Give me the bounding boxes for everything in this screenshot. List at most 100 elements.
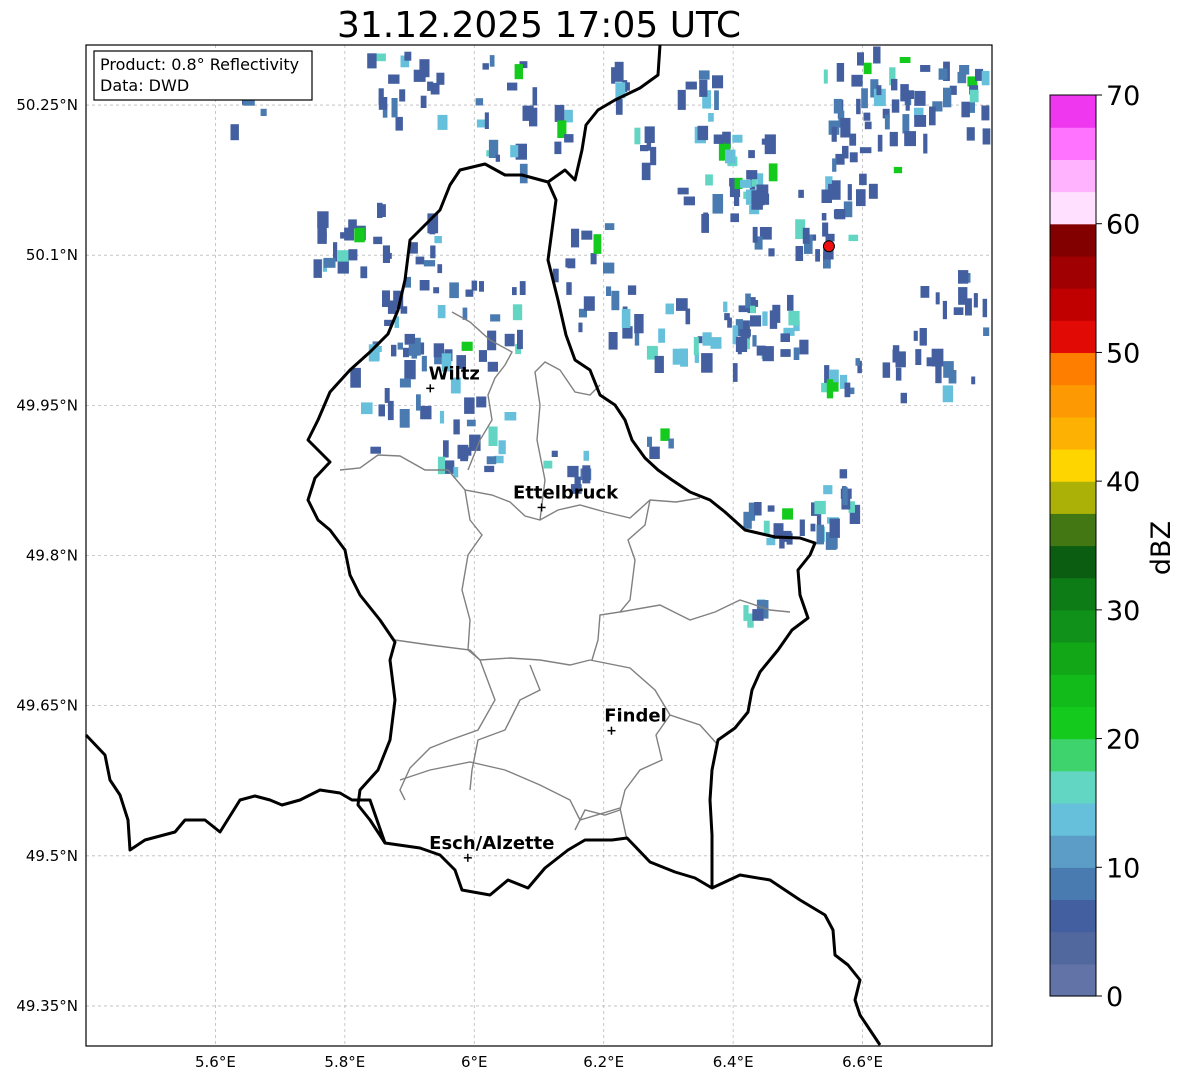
echo-cell (606, 286, 612, 296)
echo-cell (408, 343, 418, 356)
echo-cell (764, 134, 776, 155)
district-border (589, 659, 719, 746)
echo-cell (510, 145, 519, 158)
echo-cell (487, 361, 498, 372)
lon-tick-label: 6.6°E (842, 1053, 883, 1071)
echo-cell (384, 388, 390, 403)
echo-cell (634, 127, 641, 145)
echo-cell (564, 134, 574, 143)
echo-cell (554, 104, 565, 122)
echo-cell (391, 344, 397, 357)
echo-cell (859, 147, 872, 154)
echo-cell (350, 367, 361, 388)
echo-cell (419, 280, 430, 291)
echo-cell (971, 376, 976, 385)
echo-cell (583, 296, 595, 311)
echo-cell (634, 332, 640, 346)
lat-tick-label: 49.65°N (16, 697, 78, 715)
echo-cell (712, 194, 724, 214)
echo-cell (876, 85, 882, 96)
echo-cell (859, 173, 867, 186)
echo-cell (427, 81, 434, 91)
echo-cell (735, 336, 748, 352)
echo-cell (614, 61, 624, 82)
echo-cell (532, 87, 538, 106)
echo-cell (565, 258, 570, 268)
echo-cell (590, 253, 597, 265)
lon-tick-label: 6.2°E (583, 1053, 624, 1071)
echo-cell (698, 70, 710, 80)
echo-cell (847, 184, 852, 201)
echo-cell (489, 55, 495, 67)
echo-cell (437, 456, 446, 475)
echo-cell (621, 308, 631, 328)
lat-tick-label: 49.35°N (16, 997, 78, 1015)
echo-cell (685, 81, 697, 90)
echo-cell (851, 74, 863, 87)
echo-cell (857, 52, 864, 66)
colorbar-bin (1050, 931, 1096, 965)
echo-cell (660, 428, 670, 441)
echo-cell (815, 249, 820, 262)
echo-cell (683, 196, 695, 206)
echo-cell (693, 337, 699, 356)
echo-cell (464, 397, 475, 414)
colorbar-bin (1050, 770, 1096, 804)
echo-cell (863, 62, 872, 75)
echo-cell (913, 330, 918, 341)
echo-cell (370, 446, 381, 454)
echo-cell (378, 404, 385, 417)
colorbar-bin (1050, 642, 1096, 675)
echo-cell (832, 158, 837, 172)
echo-cell (877, 134, 883, 152)
echo-cell (475, 98, 484, 106)
echo-cell (831, 180, 841, 200)
echo-cell (582, 465, 591, 484)
lat-tick-label: 49.95°N (16, 396, 78, 414)
echo-cell (780, 333, 790, 342)
echo-cell (787, 294, 794, 311)
echo-cell (904, 131, 916, 147)
radar-echoes (226, 46, 991, 628)
echo-cell (745, 293, 751, 309)
echo-cell (399, 89, 406, 102)
echo-cell (752, 226, 758, 243)
district-border (469, 664, 541, 791)
echo-cell (929, 106, 936, 126)
echo-cell (882, 362, 891, 378)
radar-site-marker (822, 240, 835, 253)
echo-cell (798, 189, 804, 198)
echo-cell (404, 51, 412, 61)
echo-cell (750, 305, 756, 313)
echo-cell (732, 134, 743, 143)
echo-cell (583, 450, 589, 461)
city-label: Findel (604, 706, 667, 727)
echo-cell (514, 64, 523, 80)
colorbar-bin (1050, 416, 1096, 450)
echo-cell (884, 114, 890, 130)
echo-cell (677, 187, 689, 195)
echo-cell (743, 511, 752, 529)
colorbar-bin (1050, 191, 1096, 225)
info-product: Product: 0.8° Reflectivity (100, 55, 299, 74)
colorbar-bin (1050, 738, 1096, 772)
colorbar-bin (1050, 95, 1096, 128)
colorbar-bin (1050, 674, 1096, 707)
colorbar-bin (1050, 835, 1096, 868)
echo-cell (799, 339, 809, 355)
colorbar-bin (1050, 899, 1096, 933)
echo-cell (983, 327, 990, 336)
colorbar-bin (1050, 127, 1096, 160)
colorbar-bin (1050, 706, 1096, 740)
lon-tick-label: 5.6°E (195, 1053, 236, 1071)
echo-cell (839, 469, 848, 479)
echo-cell (891, 99, 900, 113)
colorbar-bin (1050, 384, 1096, 418)
echo-cell (380, 204, 386, 217)
echo-cell (608, 332, 618, 350)
echo-cell (900, 392, 907, 404)
echo-cell (699, 79, 708, 97)
echo-cell (399, 409, 410, 428)
colorbar-bin (1050, 223, 1096, 257)
echo-cell (668, 438, 674, 449)
